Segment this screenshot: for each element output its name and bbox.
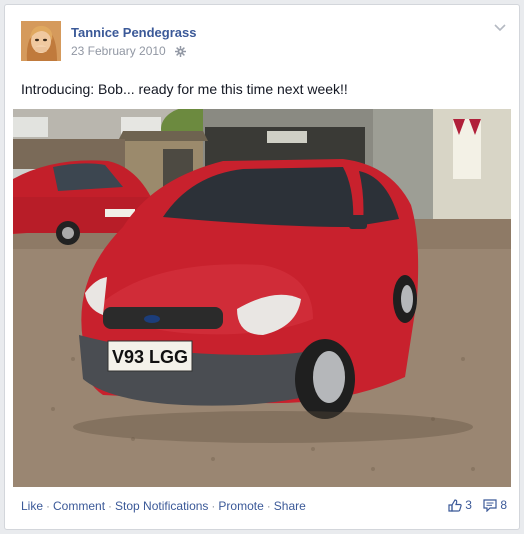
post-text: Introducing: Bob... ready for me this ti… [21, 81, 348, 97]
chevron-down-icon[interactable] [493, 21, 507, 35]
comment-link[interactable]: Comment [53, 499, 105, 513]
likes-count-button[interactable]: 3 [448, 498, 472, 512]
post-date[interactable]: 23 February 2010 [71, 44, 166, 58]
separator: · [46, 499, 51, 513]
like-link[interactable]: Like [21, 499, 43, 513]
thumbs-up-icon [448, 498, 462, 512]
separator: · [211, 499, 216, 513]
comment-icon [483, 498, 497, 512]
post-actions: Like · Comment · Stop Notifications · Promote ·… [21, 499, 306, 513]
post-photo[interactable]: V93 LGG [13, 109, 511, 487]
post-counts: 3 8 [440, 498, 507, 515]
post-header: Tannice Pendegrass 23 February 2010 [21, 21, 507, 63]
promote-link[interactable]: Promote [218, 499, 263, 513]
separator: · [108, 499, 113, 513]
stop-notifications-link[interactable]: Stop Notifications [115, 499, 208, 513]
comments-count-button[interactable]: 8 [483, 498, 507, 512]
separator: · [266, 499, 271, 513]
share-link[interactable]: Share [274, 499, 306, 513]
author-name[interactable]: Tannice Pendegrass [71, 25, 196, 40]
license-plate: V93 LGG [112, 347, 188, 367]
post-meta: 23 February 2010 [71, 44, 187, 60]
likes-count: 3 [465, 498, 472, 512]
post-footer: Like · Comment · Stop Notifications · Promote ·… [21, 496, 507, 514]
avatar[interactable] [21, 21, 61, 61]
gear-icon[interactable] [175, 46, 187, 60]
post-card: Tannice Pendegrass 23 February 2010 Intr… [4, 4, 520, 530]
comments-count: 8 [500, 498, 507, 512]
